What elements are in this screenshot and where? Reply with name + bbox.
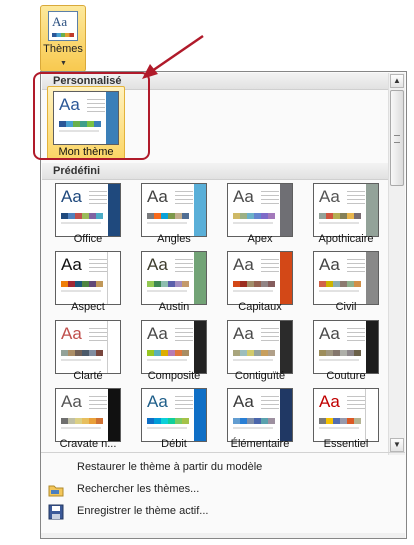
- browse-themes-label: Rechercher les thèmes...: [77, 483, 200, 495]
- browse-themes-item[interactable]: Rechercher les thèmes...: [41, 479, 405, 501]
- menu-separator: [41, 452, 405, 453]
- panel-resize-footer[interactable]: [41, 533, 405, 538]
- save-icon: [48, 504, 64, 520]
- save-theme-label: Enregistrer le thème actif...: [77, 505, 209, 517]
- restore-theme-item[interactable]: Restaurer le thème à partir du modèle: [41, 457, 405, 479]
- folder-icon: [48, 482, 64, 498]
- save-theme-item[interactable]: Enregistrer le thème actif...: [41, 501, 405, 523]
- restore-theme-label: Restaurer le thème à partir du modèle: [77, 461, 263, 473]
